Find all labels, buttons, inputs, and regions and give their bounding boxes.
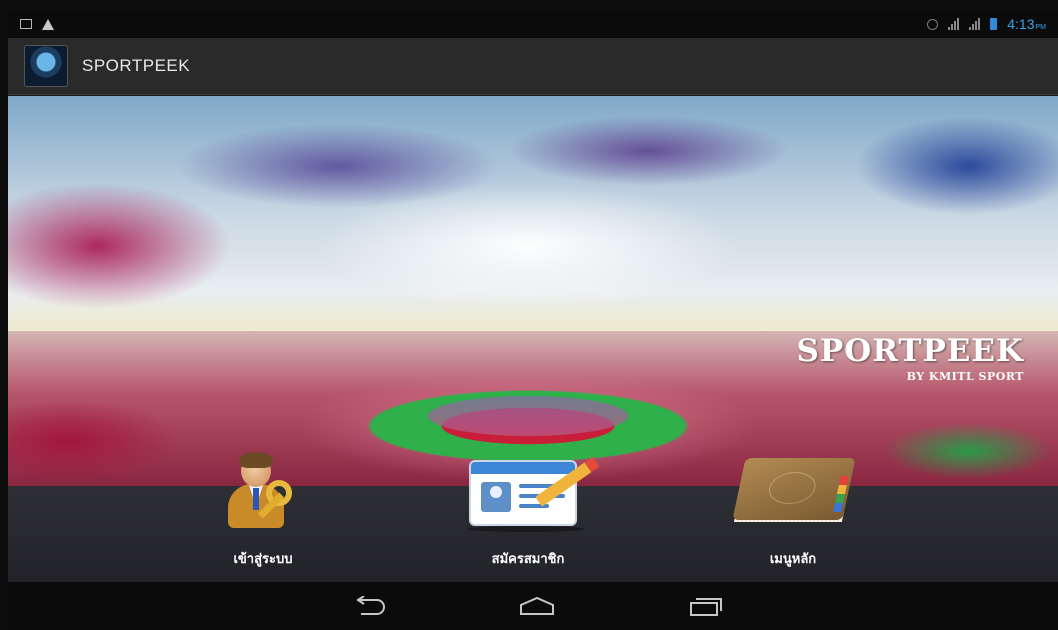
book-icon[interactable] <box>731 456 856 534</box>
signal-icon <box>948 18 960 30</box>
signal-icon-2 <box>969 18 981 30</box>
tablet-screen: 4:13PM SPORTPEEK SPORTPEEK BY KMITL SPOR… <box>8 10 1058 630</box>
login-label: เข้าสู่ระบบ <box>233 552 293 567</box>
register-menu-item[interactable]: สมัครสมาชิก <box>443 460 613 582</box>
image-notification-icon <box>20 19 32 29</box>
login-menu-item[interactable]: เข้าสู่ระบบ <box>178 452 348 582</box>
status-bar: 4:13PM <box>8 10 1058 38</box>
main-menu-item[interactable]: เมนูหลัก <box>708 458 878 582</box>
alarm-icon <box>927 18 939 30</box>
status-right: 4:13PM <box>927 16 1046 32</box>
status-clock: 4:13PM <box>1007 16 1046 32</box>
brand-subtitle: BY KMITL SPORT <box>906 370 1024 383</box>
main-menu: เข้าสู่ระบบ สมัครสมาชิก เมนูหลัก <box>8 452 1058 582</box>
status-left <box>20 18 54 30</box>
app-logo-icon[interactable] <box>24 45 68 87</box>
brand-title: SPORTPEEK <box>796 333 1024 369</box>
stadium-banner: SPORTPEEK BY KMITL SPORT <box>8 96 1058 486</box>
login-key-user-icon[interactable] <box>222 452 304 536</box>
action-bar: SPORTPEEK <box>8 38 1058 95</box>
stadium-field <box>428 396 628 436</box>
warning-icon <box>42 18 54 30</box>
clock-am-pm: PM <box>1035 24 1047 31</box>
back-icon[interactable] <box>350 592 390 620</box>
clock-time: 4:13 <box>1007 16 1035 32</box>
recents-icon[interactable] <box>685 592 725 620</box>
main-menu-label: เมนูหลัก <box>769 552 817 567</box>
id-card-pencil-icon[interactable] <box>467 458 593 532</box>
home-icon[interactable] <box>517 592 557 620</box>
app-title: SPORTPEEK <box>82 56 191 75</box>
register-label: สมัครสมาชิก <box>491 552 565 567</box>
battery-icon <box>990 18 998 30</box>
brand-overlay: SPORTPEEK BY KMITL SPORT <box>796 333 1025 384</box>
navigation-bar <box>8 582 1058 630</box>
